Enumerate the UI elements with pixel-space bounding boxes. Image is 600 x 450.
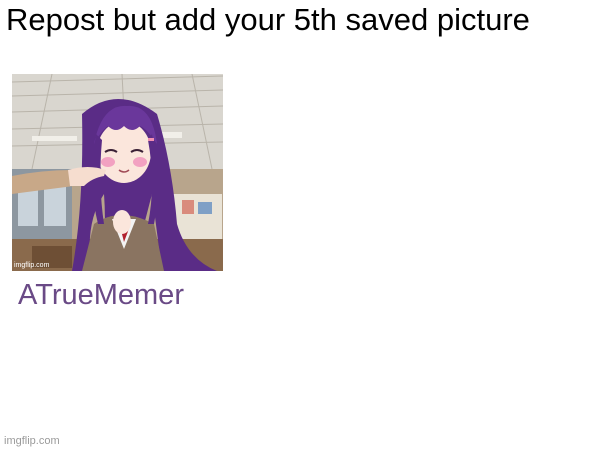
picture-watermark: imgflip.com [14, 262, 50, 269]
imgflip-watermark: imgflip.com [4, 435, 60, 447]
saved-picture: imgflip.com [12, 74, 223, 271]
username-caption: ATrueMemer [18, 279, 184, 311]
anime-girl-illustration [12, 74, 223, 271]
meme-title: Repost but add your 5th saved picture [6, 2, 530, 37]
